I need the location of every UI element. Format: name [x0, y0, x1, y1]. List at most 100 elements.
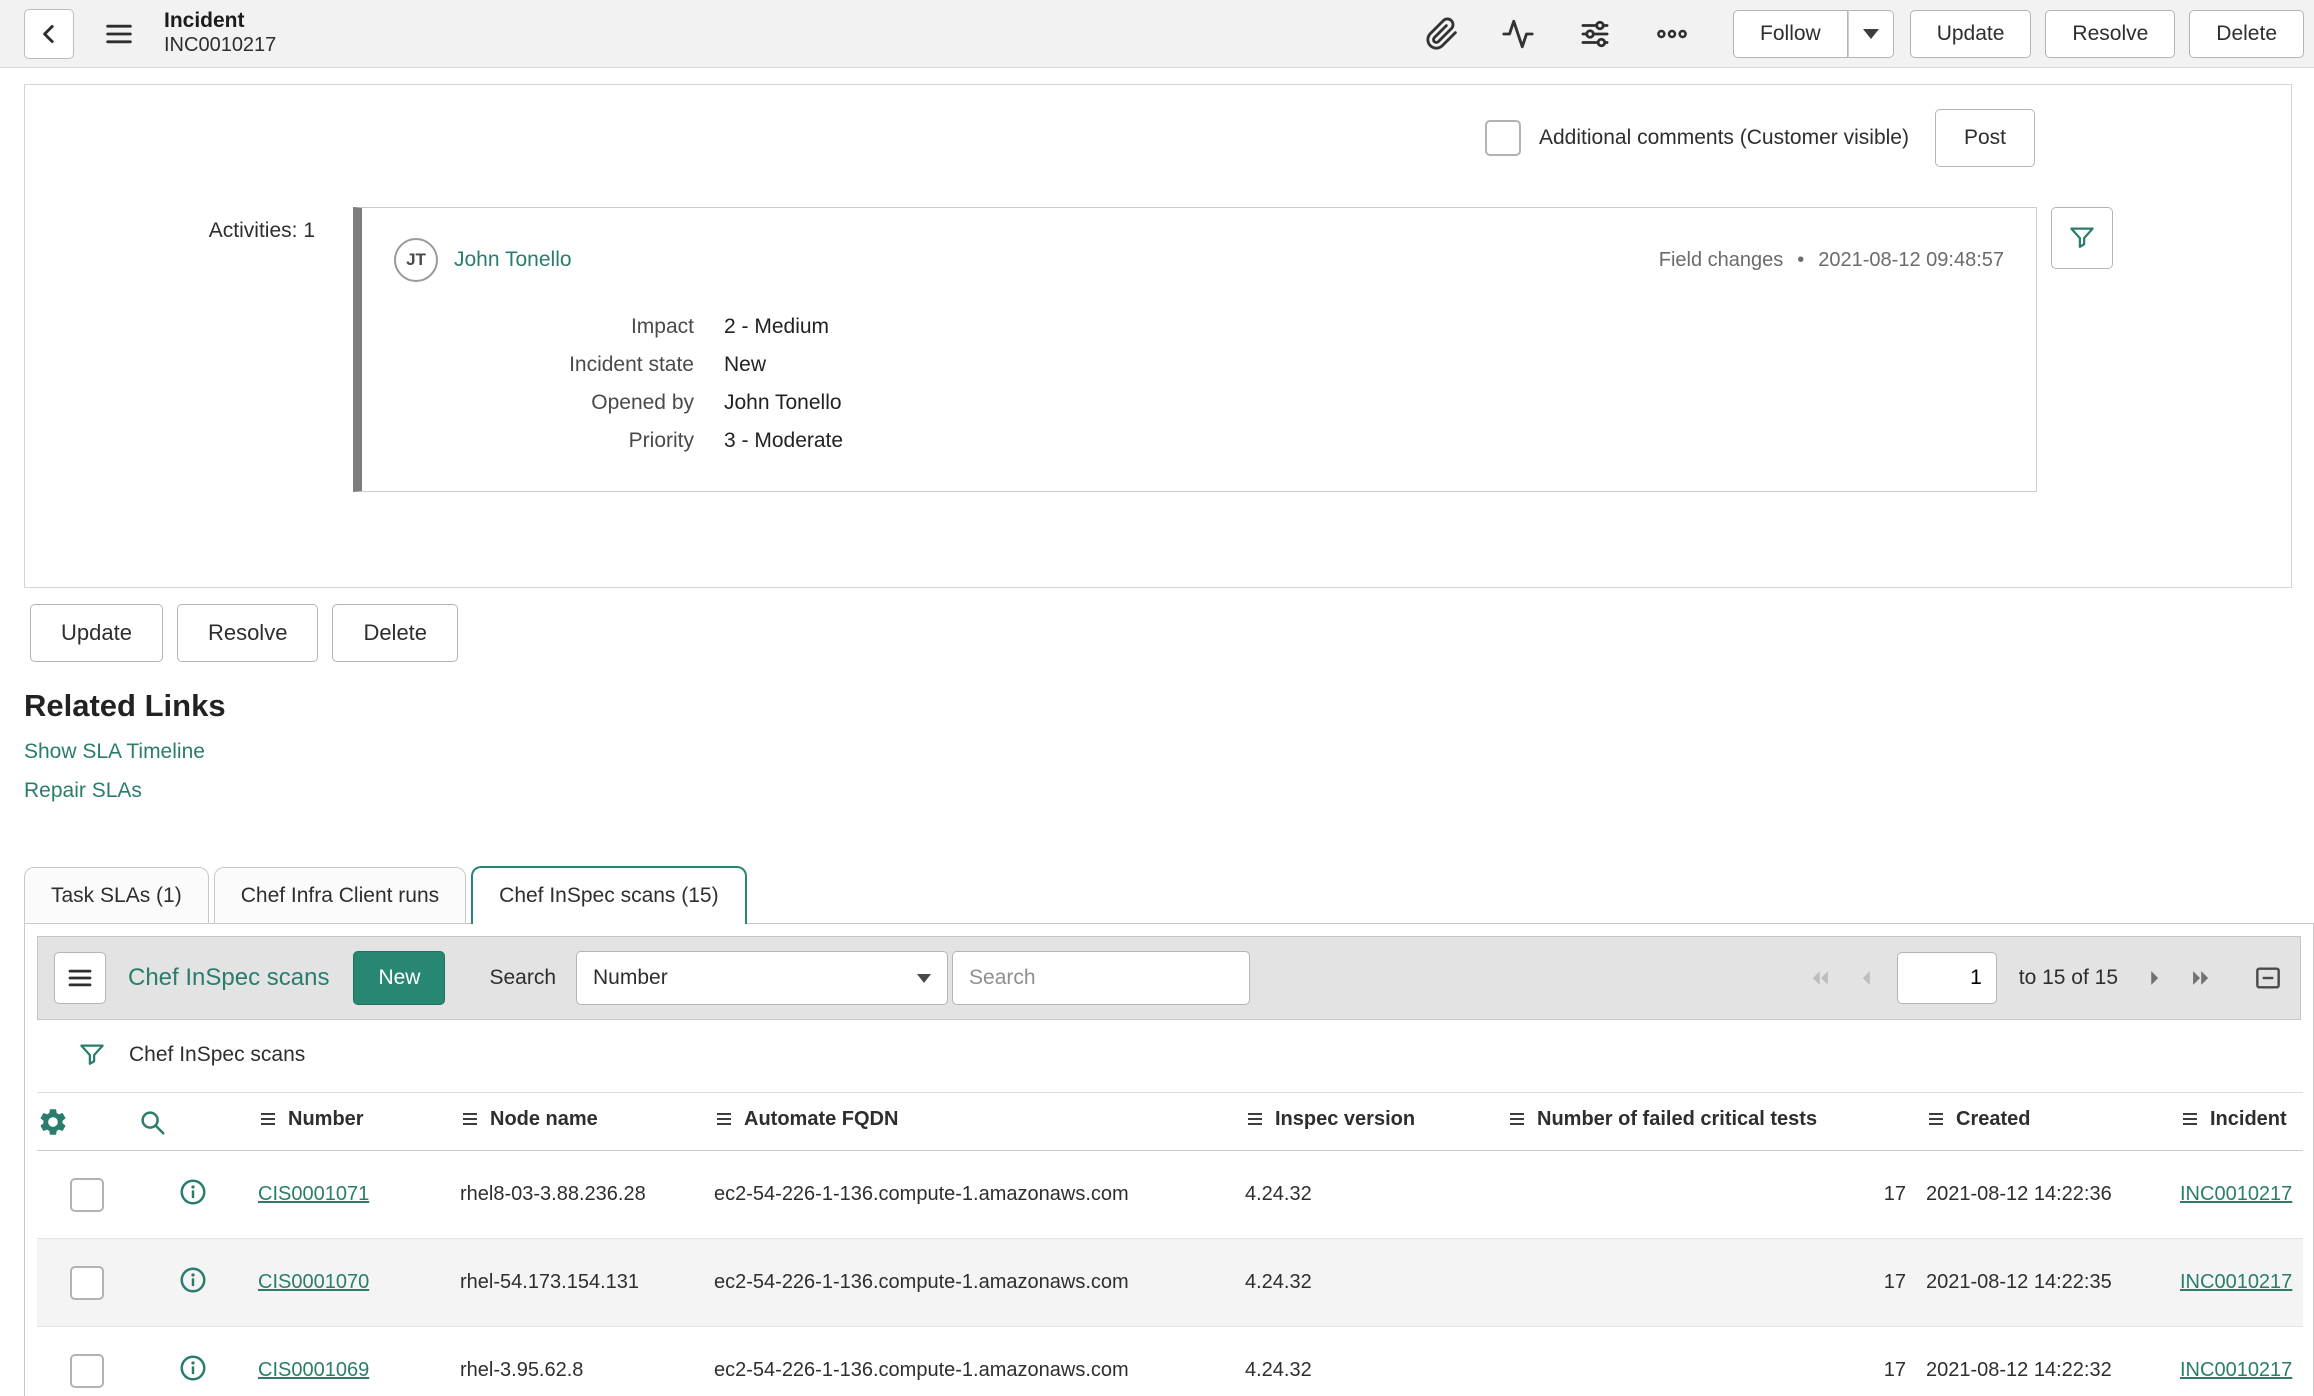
scan-number-link[interactable]: CIS0001069 — [258, 1359, 369, 1381]
previous-page-button[interactable] — [1851, 963, 1881, 993]
column-context-menu-icon[interactable] — [1926, 1109, 1946, 1135]
column-context-menu-icon[interactable] — [1507, 1109, 1527, 1135]
scan-number-link[interactable]: CIS0001071 — [258, 1183, 369, 1205]
list-search-input[interactable] — [952, 951, 1251, 1005]
list-title-link[interactable]: Chef InSpec scans — [128, 964, 329, 992]
attachment-button[interactable] — [1425, 17, 1459, 51]
column-header-created[interactable]: Created — [1916, 1092, 2170, 1151]
column-header-automate-fqdn[interactable]: Automate FQDN — [704, 1092, 1235, 1151]
list-context-menu-button[interactable] — [54, 952, 106, 1004]
header-icon-group — [1425, 17, 1691, 51]
column-header-inspec-version[interactable]: Inspec version — [1235, 1092, 1497, 1151]
automate-fqdn-cell: ec2-54-226-1-136.compute-1.amazonaws.com — [704, 1150, 1235, 1239]
resolve-button[interactable]: Resolve — [176, 604, 319, 662]
additional-comments-row: Additional comments (Customer visible) P… — [25, 109, 2291, 167]
row-checkbox[interactable] — [70, 1265, 104, 1300]
info-icon[interactable] — [178, 1353, 208, 1383]
follow-dropdown-button[interactable] — [1847, 9, 1894, 58]
page-number-input[interactable] — [1896, 952, 1997, 1004]
update-button-header[interactable]: Update — [1909, 9, 2032, 58]
column-context-menu-icon[interactable] — [2180, 1109, 2200, 1135]
repair-slas-link[interactable]: Repair SLAs — [24, 779, 2314, 803]
delete-button-header[interactable]: Delete — [2189, 9, 2304, 58]
back-button[interactable] — [24, 8, 74, 59]
row-preview-cell — [137, 1150, 248, 1239]
activity-card-header: JT John Tonello Field changes • 2021-08-… — [394, 238, 2004, 282]
list-settings-header-cell — [37, 1092, 137, 1151]
delete-button[interactable]: Delete — [332, 604, 459, 662]
incident-cell: INC0010217 — [2170, 1238, 2303, 1327]
tab-task-slas[interactable]: Task SLAs (1) — [24, 867, 209, 923]
filter-breadcrumb[interactable]: Chef InSpec scans — [129, 1043, 305, 1067]
column-context-menu-icon[interactable] — [258, 1109, 278, 1135]
scan-number-cell: CIS0001070 — [248, 1238, 450, 1327]
incident-link[interactable]: INC0010217 — [2180, 1359, 2292, 1381]
column-search-button[interactable] — [137, 1107, 167, 1137]
show-sla-timeline-link[interactable]: Show SLA Timeline — [24, 740, 2314, 764]
tab-chef-inspec-scans[interactable]: Chef InSpec scans (15) — [471, 866, 747, 924]
activity-pulse-icon — [1502, 19, 1534, 48]
field-value: 3 - Moderate — [724, 429, 844, 452]
scans-table: Number Node name Automate FQDN Inspec versi… — [37, 1092, 2303, 1396]
scan-number-cell: CIS0001069 — [248, 1326, 450, 1396]
funnel-icon[interactable] — [77, 1040, 107, 1070]
field-change-row: Impact 2 - Medium — [394, 308, 2004, 346]
column-header-number-of-failed-critical-tests[interactable]: Number of failed critical tests — [1497, 1092, 1916, 1151]
column-search-header-cell — [137, 1092, 248, 1151]
gear-icon — [40, 1108, 66, 1135]
new-button[interactable]: New — [353, 951, 446, 1005]
column-header-node-name[interactable]: Node name — [450, 1092, 704, 1151]
activity-card: JT John Tonello Field changes • 2021-08-… — [353, 207, 2037, 492]
customer-visible-checkbox[interactable] — [1485, 120, 1521, 156]
chevron-left-icon — [1862, 971, 1870, 985]
column-context-menu-icon[interactable] — [714, 1109, 734, 1135]
hamburger-menu-icon — [106, 24, 132, 43]
first-page-button[interactable] — [1805, 963, 1835, 993]
scan-row: CIS0001071 rhel8-03-3.88.236.28 ec2-54-226… — [37, 1150, 2303, 1239]
field-change-row: Incident state New — [394, 346, 2004, 384]
column-context-menu-icon[interactable] — [1245, 1109, 1265, 1135]
update-button[interactable]: Update — [30, 604, 163, 662]
column-header-number[interactable]: Number — [248, 1092, 450, 1151]
last-page-button[interactable] — [2186, 963, 2216, 993]
search-column-value: Number — [593, 966, 668, 989]
row-preview-cell — [137, 1238, 248, 1327]
field-change-row: Opened by John Tonello — [394, 384, 2004, 422]
more-options-button[interactable] — [1653, 17, 1691, 51]
info-icon[interactable] — [178, 1177, 208, 1207]
activity-author-link[interactable]: John Tonello — [454, 248, 572, 272]
search-icon — [141, 1110, 165, 1134]
header-action-buttons: Update Resolve Delete — [1909, 9, 2304, 58]
related-lists-tab-bar: Task SLAs (1) Chef Infra Client runs Che… — [24, 866, 2314, 924]
activity-stream-button[interactable] — [1499, 17, 1537, 51]
column-header-incident[interactable]: Incident — [2170, 1092, 2303, 1151]
personalize-columns-button[interactable] — [37, 1106, 69, 1138]
row-checkbox[interactable] — [70, 1177, 104, 1212]
activity-filter-button[interactable] — [2051, 207, 2113, 269]
form-context-menu-button[interactable] — [102, 17, 136, 51]
pagination-range-label: to 15 of 15 — [2018, 966, 2118, 989]
post-button[interactable]: Post — [1934, 109, 2035, 167]
column-label: Number of failed critical tests — [1537, 1108, 1818, 1130]
collapse-list-button[interactable] — [2252, 962, 2284, 994]
row-preview-cell — [137, 1326, 248, 1396]
chef-inspec-scans-list: Chef InSpec scans New Search Number to 1… — [24, 924, 2314, 1396]
scan-row: CIS0001069 rhel-3.95.62.8 ec2-54-226-1-136… — [37, 1326, 2303, 1396]
column-label: Node name — [490, 1108, 598, 1130]
next-page-button[interactable] — [2140, 963, 2170, 993]
personalize-form-button[interactable] — [1577, 17, 1613, 51]
tab-chef-infra-client-runs[interactable]: Chef Infra Client runs — [213, 867, 467, 923]
incident-link[interactable]: INC0010217 — [2180, 1271, 2292, 1293]
info-icon[interactable] — [178, 1265, 208, 1295]
follow-split-button: Follow — [1733, 9, 1894, 58]
resolve-button-header[interactable]: Resolve — [2045, 9, 2176, 58]
column-context-menu-icon[interactable] — [460, 1109, 480, 1135]
list-pagination: to 15 of 15 — [1805, 952, 2284, 1004]
follow-button[interactable]: Follow — [1733, 9, 1848, 58]
incident-link[interactable]: INC0010217 — [2180, 1183, 2292, 1205]
field-change-row: Priority 3 - Moderate — [394, 422, 2004, 460]
search-column-select[interactable]: Number — [576, 951, 949, 1005]
row-checkbox[interactable] — [70, 1353, 104, 1388]
scan-number-link[interactable]: CIS0001070 — [258, 1271, 369, 1293]
automate-fqdn-cell: ec2-54-226-1-136.compute-1.amazonaws.com — [704, 1238, 1235, 1327]
